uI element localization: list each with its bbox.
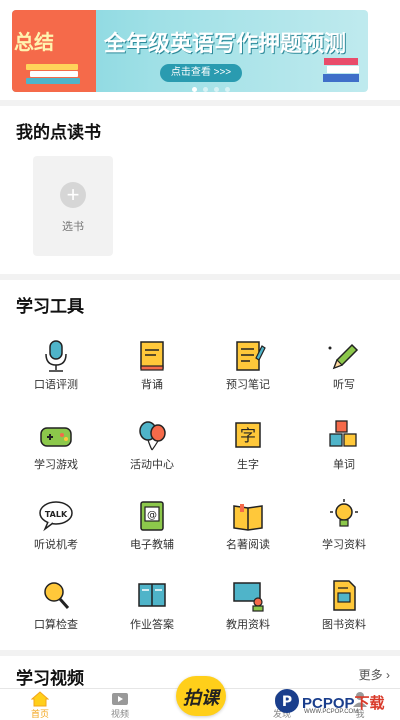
tool-label: 图书资料 [322,619,366,631]
carousel-dot[interactable] [214,87,219,92]
videos-title: 学习视频 [16,669,84,688]
tab-home[interactable]: 首页 [20,689,60,720]
tool-label: 预习笔记 [226,379,270,391]
snap-lesson-button[interactable]: 拍课 [176,676,226,716]
carousel-dot[interactable] [225,87,230,92]
document-icon [333,580,356,611]
tool-label: 教用资料 [226,619,270,631]
svg-text:字: 字 [240,426,256,445]
ebook-icon: @ [140,501,164,531]
chevron-right-icon: › [386,668,390,682]
answer-book-icon [138,583,166,607]
tool-label: 电子教辅 [130,539,174,551]
tool-preview-notes[interactable]: 预习笔记 [208,338,288,398]
tool-study-materials[interactable]: 学习资料 [304,498,384,558]
tool-mental-math-check[interactable]: 口算检查 [16,578,96,638]
tool-label: 名著阅读 [226,539,270,551]
magnifier-icon [44,582,70,609]
banner-section: 总结 全年级英语写作押题预测 点击查看 >>> [0,0,400,100]
tool-new-characters[interactable]: 字 生字 [208,418,288,478]
watermark-suffix: 下载 [354,695,385,712]
gamepad-icon [40,427,72,447]
balloons-icon [139,421,166,451]
tab-label: 首页 [30,709,49,719]
tool-teaching-materials[interactable]: 教用资料 [208,578,288,638]
tool-e-tutoring[interactable]: @ 电子教辅 [112,498,192,558]
carousel-dots [192,87,230,92]
teacher-board-icon [233,582,264,612]
tool-label: 背诵 [141,379,163,391]
pencil-icon [328,343,359,370]
banner-left-title: 总结 [14,32,54,54]
notebook-icon [236,341,266,371]
tool-label: 口算检查 [34,619,78,631]
tool-label: 口语评测 [34,379,78,391]
banner-view-button[interactable]: 点击查看 >>> [160,64,242,82]
tool-label: 生字 [237,459,259,471]
videos-more-link[interactable]: 更多 › [359,666,390,683]
carousel-dot[interactable] [192,87,197,92]
open-book-icon [233,504,263,531]
books-deco-icon [323,58,359,82]
tool-book-materials[interactable]: 图书资料 [304,578,384,638]
plus-icon: + [60,182,86,208]
svg-text:TALK: TALK [45,510,68,519]
add-book-label: 选书 [62,221,84,233]
watermark-sub: WWW.PCPOP.COM [304,709,359,715]
books-stack-icon [26,64,82,86]
tools-title: 学习工具 [16,297,84,316]
my-books-title: 我的点读书 [16,123,101,142]
tool-label: 作业答案 [130,619,174,631]
tool-words[interactable]: 单词 [304,418,384,478]
tool-label: 听写 [333,379,355,391]
tool-label: 听说机考 [34,539,78,551]
book-icon [140,341,164,371]
pcpop-logo-icon: P [275,689,299,713]
tool-label: 学习资料 [322,539,366,551]
carousel-dot[interactable] [203,87,208,92]
microphone-icon [45,340,67,372]
home-icon [31,691,49,707]
svg-text:@: @ [147,510,157,521]
character-card-icon: 字 [235,422,261,448]
tool-label: 学习游戏 [34,459,78,471]
add-book-card[interactable]: + 选书 [33,156,113,256]
tool-homework-answers[interactable]: 作业答案 [112,578,192,638]
promo-banner[interactable]: 总结 全年级英语写作押题预测 点击查看 >>> [12,10,368,92]
tool-label: 活动中心 [130,459,174,471]
video-icon [112,693,128,705]
tool-classics-reading[interactable]: 名著阅读 [208,498,288,558]
lightbulb-icon [330,499,358,527]
talk-bubble-icon: TALK [39,501,73,532]
tab-video[interactable]: 视频 [100,689,140,720]
more-label: 更多 [358,668,383,682]
tool-label: 单词 [333,459,355,471]
banner-title: 全年级英语写作押题预测 [104,31,347,56]
tool-dictation[interactable]: 听写 [304,338,384,398]
banner-left-panel: 总结 [12,10,96,92]
tool-listening-speaking-test[interactable]: TALK 听说机考 [16,498,96,558]
snap-label: 拍课 [183,688,219,708]
tool-oral-assessment[interactable]: 口语评测 [16,338,96,398]
tool-recite[interactable]: 背诵 [112,338,192,398]
svg-text:P: P [282,694,292,710]
letter-blocks-icon [329,420,357,447]
tool-activity-center[interactable]: 活动中心 [112,418,192,478]
pcpop-watermark: P PCPOP下载 WWW.PCPOP.COM [272,684,400,720]
tool-learning-games[interactable]: 学习游戏 [16,418,96,478]
tab-label: 视频 [110,709,129,719]
